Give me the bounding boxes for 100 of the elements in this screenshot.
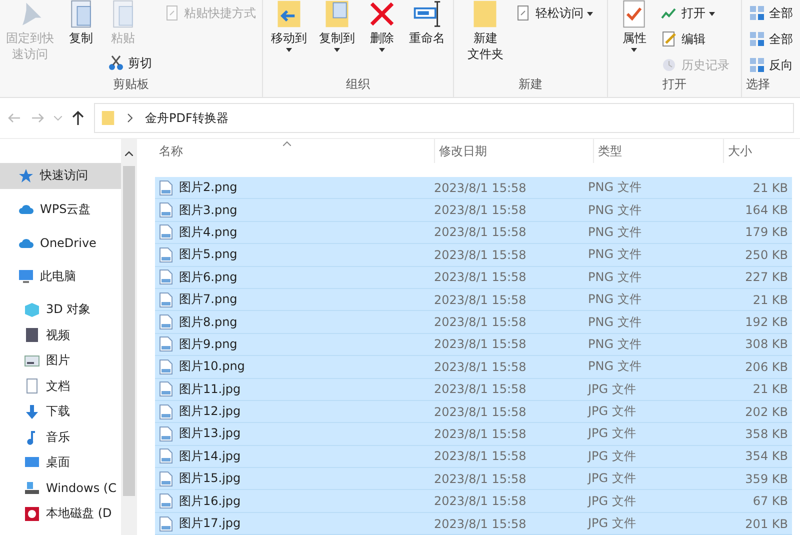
file-row[interactable]: 图片17.jpg 2023/8/1 15:58 JPG 文件 201 KB xyxy=(155,512,792,535)
file-row[interactable]: 图片9.png 2023/8/1 15:58 PNG 文件 308 KB xyxy=(155,334,792,356)
type-cell-text: PNG 文件 xyxy=(587,246,642,264)
column-header[interactable]: 类型 xyxy=(594,139,724,163)
scroll-thumb[interactable] xyxy=(123,166,135,496)
size-cell-text: 206 KB xyxy=(744,360,789,374)
star-icon xyxy=(18,168,34,184)
file-row[interactable]: 图片13.jpg 2023/8/1 15:58 JPG 文件 358 KB xyxy=(155,423,792,446)
size-cell-text: 201 KB xyxy=(744,516,789,531)
date-cell-text: 2023/8/1 15:58 xyxy=(433,360,528,374)
size-cell-text: 164 KB xyxy=(744,203,789,218)
column-header[interactable]: 修改日期 xyxy=(435,139,594,163)
ribbon-button[interactable]: 轻松访问 xyxy=(512,2,596,24)
size-cell-text: 202 KB xyxy=(744,404,789,419)
folder-icon xyxy=(101,109,115,127)
file-row[interactable]: 图片6.png 2023/8/1 15:58 PNG 文件 227 KB xyxy=(155,266,792,289)
date-cell-text: 2023/8/1 15:58 xyxy=(433,426,528,441)
file-name: 图片9.png xyxy=(179,336,238,353)
file-name: 图片11.jpg xyxy=(179,380,241,398)
ribbon-button[interactable]: 复制 xyxy=(63,2,99,48)
cube-icon xyxy=(24,302,40,318)
scrollbar[interactable] xyxy=(121,139,137,535)
grid-icon xyxy=(749,31,765,47)
file-row[interactable]: 图片4.png 2023/8/1 15:58 PNG 文件 179 KB xyxy=(155,222,792,244)
image-file-icon xyxy=(159,426,173,442)
date-cell-text: 2023/8/1 15:58 xyxy=(433,449,528,464)
image-file-icon xyxy=(159,314,173,330)
up-arrow-icon[interactable] xyxy=(70,110,86,126)
file-name: 图片16.jpg xyxy=(179,492,241,510)
group-label: 组织 xyxy=(346,76,370,93)
file-name: 图片5.png xyxy=(179,246,238,264)
nav-item[interactable]: 快速访问 xyxy=(0,163,121,188)
ribbon-button[interactable]: 属性 xyxy=(616,2,652,54)
file-row[interactable]: 图片14.jpg 2023/8/1 15:58 JPG 文件 354 KB xyxy=(155,446,792,468)
file-name: 图片17.jpg xyxy=(179,515,241,532)
nav-item[interactable]: 视频 xyxy=(0,322,121,348)
file-row[interactable]: 图片11.jpg 2023/8/1 15:58 JPG 文件 21 KB xyxy=(155,378,792,401)
nav-item[interactable]: 此电脑 xyxy=(0,264,121,289)
nav-item[interactable]: 下载 xyxy=(0,399,121,424)
file-row[interactable]: 图片12.jpg 2023/8/1 15:58 JPG 文件 202 KB xyxy=(155,400,792,424)
file-row[interactable]: 图片2.png 2023/8/1 15:58 PNG 文件 21 KB xyxy=(155,177,792,200)
image-file-icon xyxy=(159,448,173,464)
nav-item[interactable]: 音乐 xyxy=(0,424,121,450)
group-label: 剪贴板 xyxy=(113,76,149,93)
picture-icon xyxy=(24,352,40,369)
size-cell-text: 250 KB xyxy=(744,248,789,262)
file-row[interactable]: 图片3.png 2023/8/1 15:58 PNG 文件 164 KB xyxy=(155,199,792,222)
nav-item[interactable]: 文档 xyxy=(0,374,121,399)
nav-item[interactable]: 桌面 xyxy=(0,450,121,476)
type-cell-text: JPG 文件 xyxy=(586,470,637,488)
scissors-icon xyxy=(108,55,124,71)
ribbon-button[interactable]: 全部 xyxy=(746,28,796,50)
image-file-icon xyxy=(159,202,173,218)
ribbon-button[interactable]: 重命名 xyxy=(406,2,448,48)
chevron-icon xyxy=(127,113,133,123)
ribbon-button[interactable]: 移动到 xyxy=(268,2,310,54)
edit-icon xyxy=(661,31,678,47)
address-field[interactable]: 金舟PDF转换器 xyxy=(94,103,794,133)
ribbon-button[interactable]: 编辑 xyxy=(658,28,708,50)
ribbon-button[interactable]: 反向 xyxy=(746,54,796,76)
file-row[interactable]: 图片8.png 2023/8/1 15:58 PNG 文件 192 KB xyxy=(155,311,792,334)
nav-item[interactable]: Windows (C xyxy=(0,476,121,501)
file-row[interactable]: 图片16.jpg 2023/8/1 15:58 JPG 文件 67 KB xyxy=(155,490,792,513)
file-row[interactable]: 图片10.png 2023/8/1 15:58 PNG 文件 206 KB xyxy=(155,356,792,379)
size-cell-text: 227 KB xyxy=(744,270,789,284)
size-cell-text: 308 KB xyxy=(744,337,789,352)
caret-icon[interactable] xyxy=(54,116,62,120)
column-header[interactable]: 大小 xyxy=(724,139,792,163)
download-arrow-icon xyxy=(24,404,40,420)
ribbon-button[interactable]: 剪切 xyxy=(105,52,155,74)
image-file-icon xyxy=(159,404,173,420)
nav-item[interactable]: 图片 xyxy=(0,348,121,374)
nav-item[interactable]: OneDrive xyxy=(0,230,121,256)
scroll-up-icon[interactable] xyxy=(125,151,133,156)
ribbon-button[interactable]: 打开 xyxy=(658,2,718,24)
size-cell-text: 358 KB xyxy=(744,426,789,441)
file-name: 图片4.png xyxy=(179,224,238,241)
ribbon-button[interactable]: 新建 文件夹 xyxy=(464,2,506,64)
file-name: 图片3.png xyxy=(179,202,238,219)
nav-item[interactable]: 3D 对象 xyxy=(0,297,121,322)
file-row[interactable]: 图片5.png 2023/8/1 15:58 PNG 文件 250 KB xyxy=(155,244,792,267)
size-cell-text: 21 KB xyxy=(752,292,789,307)
type-cell-text: PNG 文件 xyxy=(587,224,642,241)
nav-item[interactable]: WPS云盘 xyxy=(0,196,121,222)
date-cell-text: 2023/8/1 15:58 xyxy=(433,292,528,307)
nav-item[interactable]: 本地磁盘 (D xyxy=(0,501,121,526)
image-file-icon xyxy=(159,381,173,398)
ribbon-button[interactable]: 全部 xyxy=(746,2,796,24)
file-row[interactable]: 图片7.png 2023/8/1 15:58 PNG 文件 21 KB xyxy=(155,288,792,312)
date-cell-text: 2023/8/1 15:58 xyxy=(433,315,528,330)
history-icon xyxy=(661,57,678,73)
file-row[interactable]: 图片15.jpg 2023/8/1 15:58 JPG 文件 359 KB xyxy=(155,468,792,490)
image-file-icon xyxy=(159,358,173,375)
file-name: 图片7.png xyxy=(179,291,238,308)
column-header[interactable]: 名称 xyxy=(155,139,435,163)
image-file-icon xyxy=(159,336,173,352)
ribbon-button[interactable]: 删除 xyxy=(364,2,400,54)
image-file-icon xyxy=(159,292,173,308)
ribbon-button[interactable]: 复制到 xyxy=(316,2,358,54)
size-cell-text: 359 KB xyxy=(744,472,789,486)
